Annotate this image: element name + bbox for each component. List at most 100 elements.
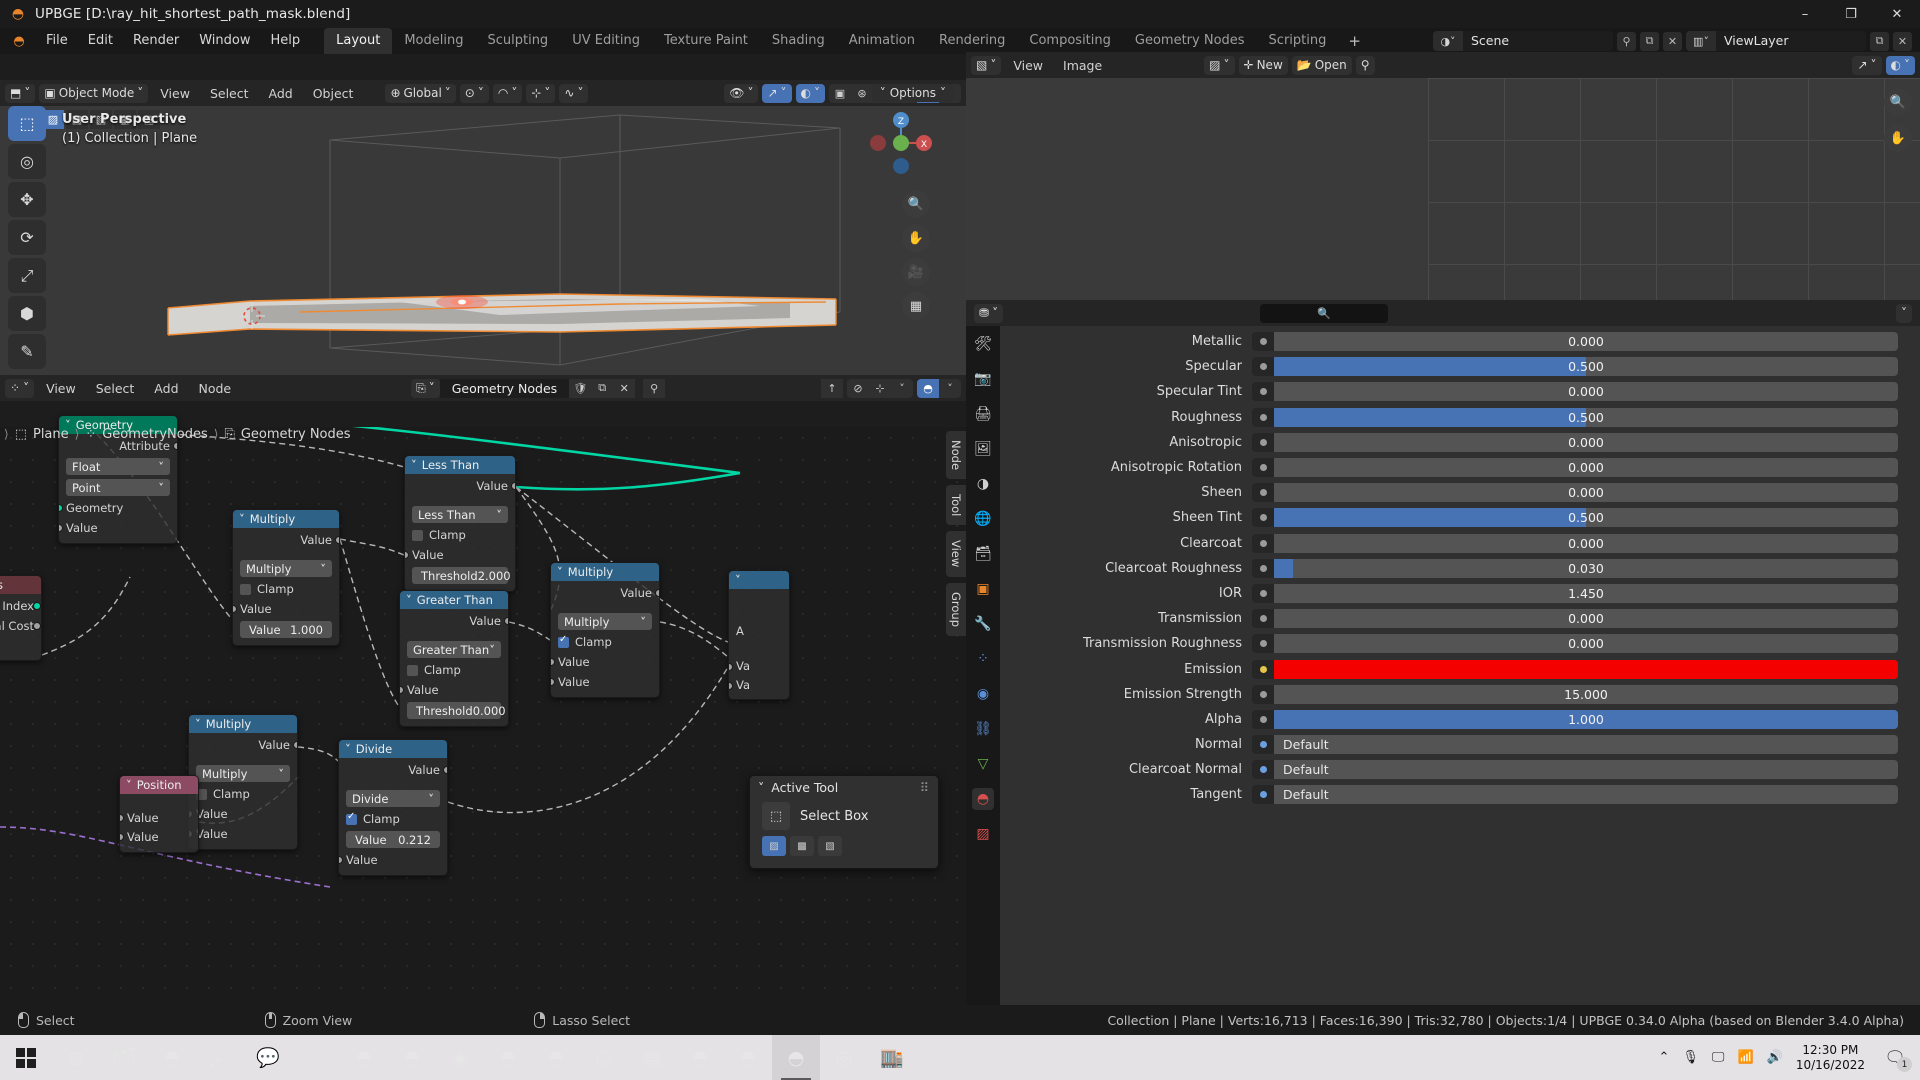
open-image-button[interactable]: 📂 Open: [1291, 55, 1352, 75]
start-button[interactable]: [0, 1035, 52, 1080]
navigation-gizmo[interactable]: Z X: [866, 108, 936, 178]
taskbar-paint[interactable]: 🖌: [196, 1035, 244, 1080]
close-button[interactable]: ✕: [1874, 0, 1920, 28]
sidebar-tab-tool[interactable]: Tool: [946, 485, 966, 526]
perspective-ortho-icon[interactable]: ▦: [902, 292, 930, 320]
object-tab[interactable]: ▣: [972, 578, 994, 600]
property-socket-dot[interactable]: [1252, 760, 1274, 780]
taskbar-blender-4[interactable]: ◓: [484, 1035, 532, 1080]
image-gizmo-toggle[interactable]: ↗ ˅: [1852, 55, 1882, 75]
node-multiply-2[interactable]: ˅Multiply Value Multiply˅ Clamp Value Va…: [550, 562, 660, 698]
taskbar-folder[interactable]: ▦: [628, 1035, 676, 1080]
pin-scene-icon[interactable]: ⚲: [1617, 31, 1636, 51]
property-slider[interactable]: 0.500: [1274, 407, 1898, 427]
property-field[interactable]: Default: [1274, 785, 1898, 805]
property-socket-dot[interactable]: [1252, 407, 1274, 427]
tab-compositing[interactable]: Compositing: [1017, 28, 1123, 54]
property-slider[interactable]: 0.000: [1274, 533, 1898, 553]
property-socket-dot[interactable]: [1252, 659, 1274, 679]
node-operation-select[interactable]: Greater Than ˅: [407, 641, 501, 658]
taskbar-steam[interactable]: ♘: [292, 1035, 340, 1080]
node-clamp-checkbox[interactable]: Clamp: [346, 811, 440, 827]
render-tab[interactable]: 📷: [972, 368, 994, 390]
select-subtract-mode-icon[interactable]: ▧: [818, 836, 842, 856]
property-socket-dot[interactable]: [1252, 332, 1274, 352]
property-socket-dot[interactable]: [1252, 735, 1274, 755]
node-less-than[interactable]: ˅ Less Than Value Less Than ˅ Clamp Value …: [404, 455, 516, 592]
texture-tab[interactable]: ▨: [972, 823, 994, 845]
node-threshold-field[interactable]: Threshold 2.000: [412, 567, 511, 584]
pin-nodetree-icon[interactable]: ⚲: [643, 378, 666, 398]
property-socket-dot[interactable]: [1252, 508, 1274, 528]
property-slider[interactable]: 0.000: [1274, 332, 1898, 352]
node-operation-select[interactable]: Multiply ˅: [196, 765, 290, 782]
node-header[interactable]: ˅ Divide: [339, 740, 447, 758]
editor-type-selector-node[interactable]: ⁘ ˅: [5, 378, 35, 398]
properties-search-input[interactable]: 🔍: [1260, 303, 1389, 323]
sidebar-tab-node[interactable]: Node: [946, 431, 966, 480]
node-menu-select[interactable]: Select: [88, 381, 143, 396]
constraint-tab[interactable]: ⛓: [972, 718, 994, 740]
taskbar-krita[interactable]: ◎: [820, 1035, 868, 1080]
node-header[interactable]: ˅ Greater Than: [400, 591, 508, 609]
scene-name[interactable]: Scene: [1463, 31, 1613, 51]
tab-shading[interactable]: Shading: [760, 28, 837, 54]
physics-tab[interactable]: ◉: [972, 683, 994, 705]
image-datablock-selector[interactable]: ▨ ˅: [1204, 55, 1235, 75]
material-tab[interactable]: ◓: [972, 788, 994, 810]
editor-type-selector-properties[interactable]: ⛃ ˅: [974, 303, 1004, 323]
property-slider[interactable]: 0.000: [1274, 432, 1898, 452]
node-value-field[interactable]: Value 0.212: [346, 831, 440, 848]
sidebar-tab-group[interactable]: Group: [946, 582, 966, 636]
property-slider[interactable]: 0.000: [1274, 609, 1898, 629]
taskbar-blender-2[interactable]: ◓: [340, 1035, 388, 1080]
copy-nodetree-icon[interactable]: ⧉: [591, 378, 614, 398]
camera-icon[interactable]: 🎥: [902, 258, 930, 286]
node-header[interactable]: ˅ Position: [120, 776, 198, 794]
property-socket-dot[interactable]: [1252, 483, 1274, 503]
tab-layout[interactable]: Layout: [324, 28, 393, 54]
select-extend-mode-icon[interactable]: ▩: [790, 836, 814, 856]
tab-uv-editing[interactable]: UV Editing: [560, 28, 652, 54]
node-shortest-paths[interactable]: e Paths ex Index tal Cost: [0, 575, 42, 661]
taskbar-clock[interactable]: 12:30 PM 10/16/2022: [1796, 1043, 1865, 1073]
property-socket-dot[interactable]: [1252, 382, 1274, 402]
geometry-node-editor[interactable]: ⁘ ˅ View Select Add Node ⎘ ˅ Geometry Node…: [0, 375, 966, 1005]
node-operation-select[interactable]: Less Than ˅: [412, 506, 508, 523]
screencast-icon[interactable]: 🖵: [1712, 1050, 1725, 1065]
breadcrumb-object[interactable]: ⬚ Plane: [15, 427, 69, 442]
menu-edit[interactable]: Edit: [78, 30, 123, 52]
property-socket-dot[interactable]: [1252, 558, 1274, 578]
image-menu-image[interactable]: Image: [1055, 58, 1110, 73]
notifications-button[interactable]: 🗨 1: [1878, 1035, 1912, 1080]
pan-hand-icon[interactable]: ✋: [902, 224, 930, 252]
active-tool-row[interactable]: ⬚ Select Box: [750, 798, 938, 834]
delete-viewlayer-icon[interactable]: ✕: [1893, 31, 1912, 51]
property-socket-dot[interactable]: [1252, 432, 1274, 452]
node-overlay-dropdown[interactable]: ˅: [939, 378, 961, 398]
property-slider[interactable]: 0.000: [1274, 382, 1898, 402]
property-slider[interactable]: 0.000: [1274, 458, 1898, 478]
active-tool-header[interactable]: ˅ Active Tool ⠿: [750, 776, 938, 798]
node-select-domain[interactable]: Point ˅: [66, 479, 170, 496]
image-editor[interactable]: ▧ ˅ View Image ▨ ˅ ✛ New 📂 Open ⚲ ↗ ˅ ◐ ˅ 🔍 ✋: [966, 52, 1920, 300]
parent-nodetree-icon[interactable]: ↑: [821, 378, 843, 398]
fake-user-shield-icon[interactable]: 🛡: [569, 378, 592, 398]
property-socket-dot[interactable]: [1252, 458, 1274, 478]
property-slider[interactable]: 0.000: [1274, 483, 1898, 503]
chevron-up-icon[interactable]: ⌃: [1658, 1050, 1669, 1065]
properties-options-icon[interactable]: ˅: [1895, 303, 1912, 323]
node-divide[interactable]: ˅Divide Value Divide˅ Clamp Value 0.212 V…: [338, 739, 448, 876]
property-field[interactable]: Default: [1274, 760, 1898, 780]
menu-file[interactable]: File: [36, 30, 78, 52]
taskbar-explorer[interactable]: 🗂: [100, 1035, 148, 1080]
node-header[interactable]: e Paths: [0, 576, 41, 594]
menu-help[interactable]: Help: [261, 30, 311, 52]
node-header[interactable]: ˅: [729, 571, 789, 589]
node-canvas[interactable]: ⟩ ⬚ Plane ⟩ ⁘ GeometryNodes ⟩ ⎘ Geometry…: [0, 415, 966, 1005]
image-canvas[interactable]: [966, 78, 1920, 300]
sidebar-tab-view[interactable]: View: [946, 531, 966, 577]
world-tab[interactable]: 🌐: [972, 508, 994, 530]
node-header[interactable]: ˅ Multiply: [233, 510, 339, 528]
property-socket-dot[interactable]: [1252, 684, 1274, 704]
